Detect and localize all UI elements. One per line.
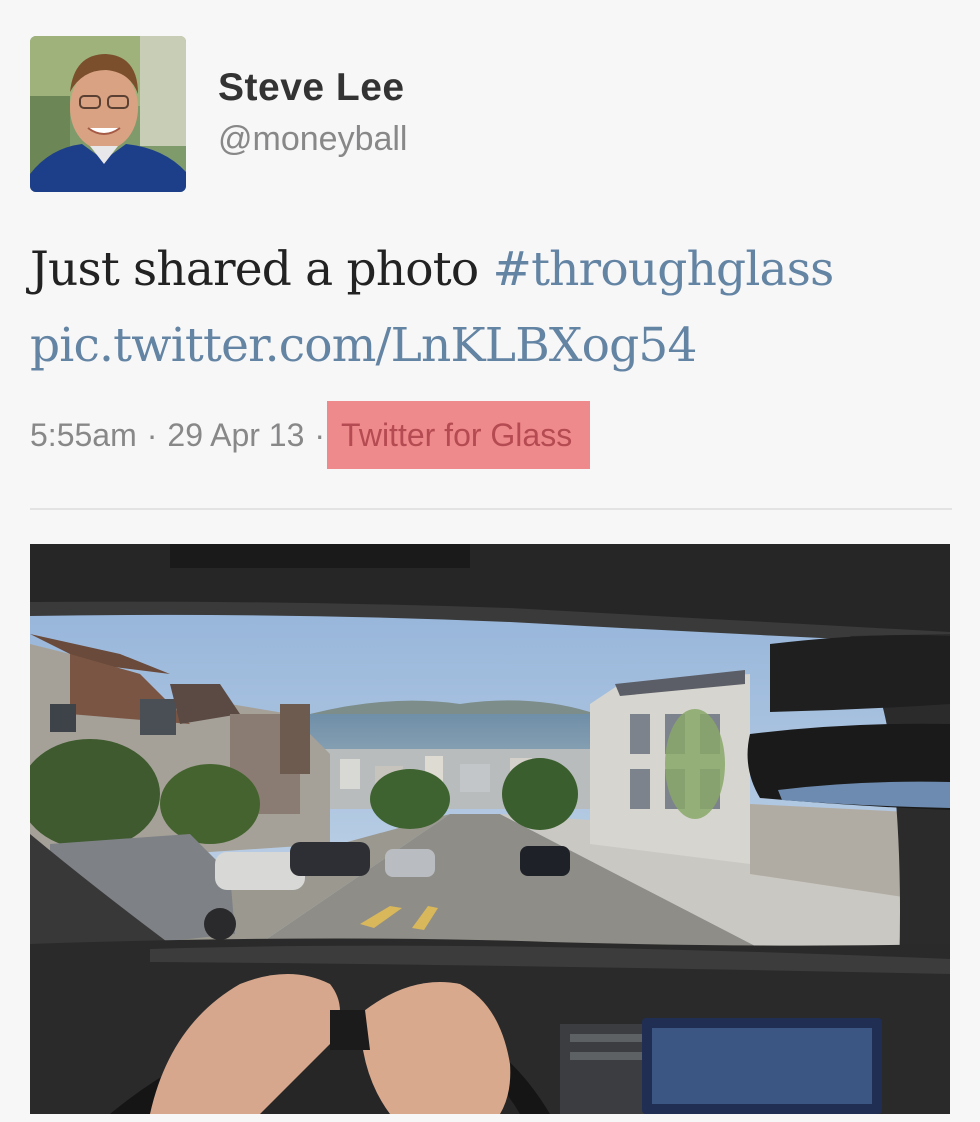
- meta-separator: ·: [314, 416, 326, 453]
- user-name[interactable]: Steve Lee: [218, 66, 405, 110]
- photo-link[interactable]: pic.twitter.com/LnKLBXog54: [30, 318, 697, 373]
- tweet-date[interactable]: 29 Apr 13: [167, 417, 304, 454]
- avatar[interactable]: [30, 36, 186, 192]
- divider: [30, 508, 952, 510]
- tweet-card: Steve Lee @moneyball Just shared a photo…: [0, 0, 980, 1122]
- hashtag-link[interactable]: #throughglass: [493, 242, 835, 297]
- tweet-source-link[interactable]: Twitter for Glass: [327, 401, 591, 469]
- tweet-photo[interactable]: [30, 544, 950, 1114]
- tweet-text: Just shared a photo #throughglass pic.twi…: [30, 232, 960, 384]
- tweet-meta: 5:55am · 29 Apr 13 · Twitter for Glass: [30, 401, 591, 469]
- meta-separator: ·: [146, 416, 158, 453]
- user-handle[interactable]: @moneyball: [218, 120, 408, 159]
- tweet-body: Just shared a photo: [30, 242, 479, 297]
- tweet-time[interactable]: 5:55am: [30, 417, 137, 454]
